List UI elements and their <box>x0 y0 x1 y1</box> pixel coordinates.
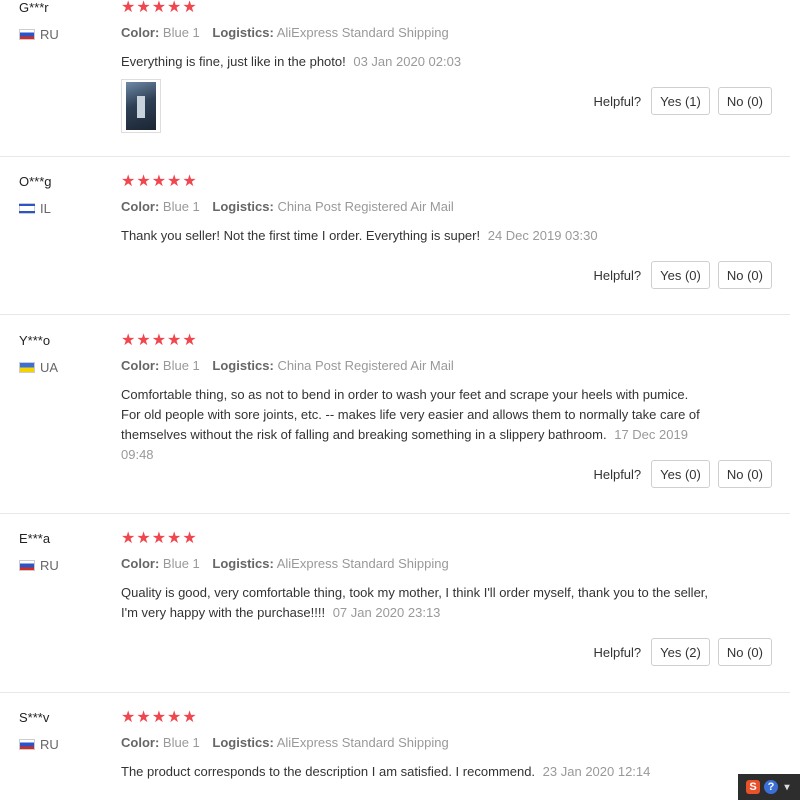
helpful-label: Helpful? <box>593 644 642 660</box>
logistics-key: Logistics: <box>212 358 274 373</box>
helpful-group: Helpful? Yes (1) No (0) <box>593 86 772 116</box>
logistics-value: AliExpress Standard Shipping <box>276 735 449 750</box>
review-text: The product corresponds to the descripti… <box>121 762 711 782</box>
helpful-no-button[interactable]: No (0) <box>717 460 772 488</box>
logistics-key: Logistics: <box>212 199 274 214</box>
color-key: Color: <box>121 358 160 373</box>
country-code: RU <box>40 737 59 752</box>
review-text: Comfortable thing, so as not to bend in … <box>121 385 711 465</box>
star-rating: ★★★★★ <box>121 173 198 190</box>
review-item: E***a RU ★★★★★ Color: Blue 1 Logistics: … <box>0 531 790 693</box>
logistics-key: Logistics: <box>212 735 274 750</box>
color-value: Blue 1 <box>162 556 200 571</box>
logistics-value: AliExpress Standard Shipping <box>276 556 449 571</box>
logistics-key: Logistics: <box>212 25 274 40</box>
review-date: 24 Dec 2019 03:30 <box>487 228 598 243</box>
country-code: RU <box>40 558 59 573</box>
reviewer-name: O***g <box>19 174 52 189</box>
logistics-value: AliExpress Standard Shipping <box>276 25 449 40</box>
review-meta: Color: Blue 1 Logistics: AliExpress Stan… <box>121 25 458 40</box>
flag-ru-icon <box>19 29 35 40</box>
helpful-yes-button[interactable]: Yes (2) <box>651 638 710 666</box>
reviewer-name: G***r <box>19 0 49 15</box>
flag-ua-icon <box>19 362 35 373</box>
review-text: Everything is fine, just like in the pho… <box>121 52 711 72</box>
s-app-icon[interactable]: S <box>746 780 760 794</box>
country-code: UA <box>40 360 59 375</box>
helpful-no-button[interactable]: No (0) <box>717 87 772 115</box>
star-rating: ★★★★★ <box>121 332 198 349</box>
review-meta: Color: Blue 1 Logistics: AliExpress Stan… <box>121 556 458 571</box>
logistics-value: China Post Registered Air Mail <box>277 199 454 214</box>
review-item: G***r RU ★★★★★ Color: Blue 1 Logistics: … <box>0 0 790 157</box>
review-text: Quality is good, very comfortable thing,… <box>121 583 711 623</box>
logistics-value: China Post Registered Air Mail <box>277 358 454 373</box>
reviewer-country: RU <box>19 27 59 42</box>
review-date: 23 Jan 2020 12:14 <box>542 764 651 779</box>
flag-ru-icon <box>19 560 35 571</box>
review-date: 07 Jan 2020 23:13 <box>332 605 441 620</box>
color-value: Blue 1 <box>162 25 200 40</box>
review-text: Thank you seller! Not the first time I o… <box>121 226 711 246</box>
system-tray: S ? ▾ <box>738 774 800 800</box>
helpful-yes-button[interactable]: Yes (1) <box>651 87 710 115</box>
helpful-label: Helpful? <box>593 93 642 109</box>
color-value: Blue 1 <box>162 735 200 750</box>
review-body: The product corresponds to the descripti… <box>121 764 536 779</box>
color-value: Blue 1 <box>162 199 200 214</box>
star-rating: ★★★★★ <box>121 709 198 726</box>
logistics-key: Logistics: <box>212 556 274 571</box>
reviewer-country: RU <box>19 558 59 573</box>
review-date: 03 Jan 2020 02:03 <box>353 54 462 69</box>
helpful-no-button[interactable]: No (0) <box>717 638 772 666</box>
helpful-yes-button[interactable]: Yes (0) <box>651 460 710 488</box>
review-meta: Color: Blue 1 Logistics: AliExpress Stan… <box>121 735 458 750</box>
helpful-yes-button[interactable]: Yes (0) <box>651 261 710 289</box>
review-item: O***g IL ★★★★★ Color: Blue 1 Logistics: … <box>0 174 790 315</box>
country-code: RU <box>40 27 59 42</box>
review-meta: Color: Blue 1 Logistics: China Post Regi… <box>121 358 463 373</box>
help-icon[interactable]: ? <box>764 780 778 794</box>
reviewer-name: S***v <box>19 710 50 725</box>
review-body: Everything is fine, just like in the pho… <box>121 54 346 69</box>
helpful-label: Helpful? <box>593 466 642 482</box>
star-rating: ★★★★★ <box>121 530 198 547</box>
reviewer-name: Y***o <box>19 333 51 348</box>
color-key: Color: <box>121 556 160 571</box>
flag-ru-icon <box>19 739 35 750</box>
helpful-no-button[interactable]: No (0) <box>717 261 772 289</box>
reviewer-country: IL <box>19 201 51 216</box>
color-key: Color: <box>121 199 160 214</box>
helpful-label: Helpful? <box>593 267 642 283</box>
star-rating: ★★★★★ <box>121 0 198 16</box>
helpful-group: Helpful? Yes (0) No (0) <box>593 260 772 290</box>
review-meta: Color: Blue 1 Logistics: China Post Regi… <box>121 199 463 214</box>
review-photo-thumbnail[interactable] <box>121 79 161 133</box>
helpful-group: Helpful? Yes (2) No (0) <box>593 637 772 667</box>
color-key: Color: <box>121 735 160 750</box>
reviewer-country: RU <box>19 737 59 752</box>
color-key: Color: <box>121 25 160 40</box>
flag-il-icon <box>19 203 35 214</box>
reviewer-name: E***a <box>19 531 51 546</box>
reviewer-country: UA <box>19 360 58 375</box>
country-code: IL <box>40 201 51 216</box>
review-item: S***v RU ★★★★★ Color: Blue 1 Logistics: … <box>0 710 790 800</box>
photo-image <box>126 82 156 130</box>
chevron-down-icon[interactable]: ▾ <box>782 780 792 794</box>
helpful-group: Helpful? Yes (0) No (0) <box>593 459 772 489</box>
review-body: Thank you seller! Not the first time I o… <box>121 228 481 243</box>
review-item: Y***o UA ★★★★★ Color: Blue 1 Logistics: … <box>0 333 790 514</box>
review-body: Comfortable thing, so as not to bend in … <box>121 387 700 442</box>
color-value: Blue 1 <box>162 358 200 373</box>
